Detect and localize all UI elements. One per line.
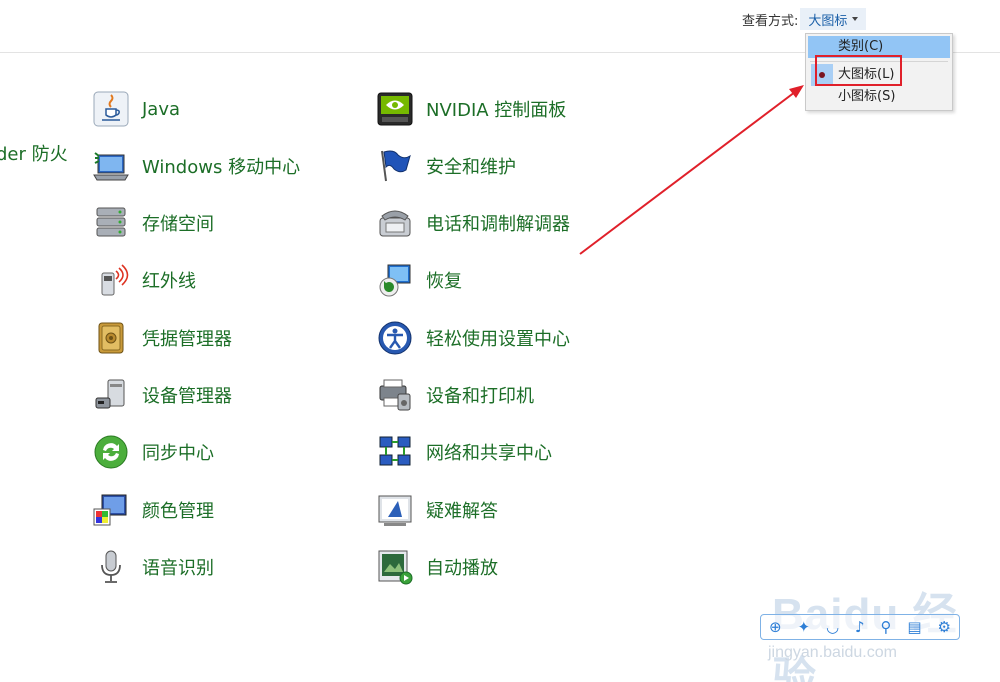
speech-recognition-icon (92, 548, 130, 586)
view-by-menu: 类别(C) 大图标(L) 小图标(S) (805, 33, 953, 111)
infrared-icon (92, 261, 130, 299)
item-nvidia-control-panel[interactable]: NVIDIA 控制面板 (376, 89, 566, 129)
troubleshooting-icon (376, 491, 414, 529)
item-label: NVIDIA 控制面板 (426, 100, 567, 121)
item-device-manager[interactable]: 设备管理器 (92, 375, 232, 415)
watermark-icon: ⚲ (880, 618, 892, 636)
gear-icon: ⚙ (937, 618, 951, 636)
autoplay-icon (376, 548, 414, 586)
chevron-down-icon (852, 17, 859, 21)
item-label: 疑难解答 (426, 501, 498, 522)
credential-manager-icon (92, 319, 130, 357)
item-phone-modem[interactable]: 电话和调制解调器 (376, 203, 570, 243)
baidu-watermark: Baidu 经验 ⊕ ✦ ◡ ♪ ⚲ ▤ ⚙ jingyan.baidu.com (760, 568, 965, 682)
color-management-icon (92, 491, 130, 529)
item-label: 电话和调制解调器 (426, 214, 570, 235)
storage-spaces-icon (92, 204, 130, 242)
menu-item-category[interactable]: 类别(C) (808, 36, 950, 58)
item-label: 同步中心 (142, 443, 214, 464)
devices-printers-icon (376, 376, 414, 414)
item-storage-spaces[interactable]: 存储空间 (92, 203, 214, 243)
watermark-url: jingyan.baidu.com (768, 644, 897, 661)
item-label: 语音识别 (142, 558, 214, 579)
item-ease-of-access[interactable]: 轻松使用设置中心 (376, 318, 570, 358)
watermark-icon: ◡ (825, 618, 840, 636)
view-by-dropdown-button[interactable]: 大图标 (800, 8, 867, 30)
radio-selected-icon (811, 64, 833, 86)
recovery-icon (376, 261, 414, 299)
watermark-icon: ✦ (797, 618, 811, 636)
item-label: Java (142, 98, 181, 120)
item-label: 颜色管理 (142, 501, 214, 522)
watermark-brand: Baidu 经验 (772, 590, 958, 682)
menu-item-large-icons[interactable]: 大图标(L) (808, 64, 950, 86)
security-maintenance-flag-icon (376, 147, 414, 185)
item-label: Windows 移动中心 (142, 157, 301, 178)
nvidia-icon (376, 90, 414, 128)
item-autoplay[interactable]: 自动播放 (376, 547, 498, 587)
item-network-sharing-center[interactable]: 网络和共享中心 (376, 432, 552, 472)
mobility-center-icon (92, 147, 130, 185)
item-troubleshooting[interactable]: 疑难解答 (376, 490, 498, 530)
menu-item-small-icons[interactable]: 小图标(S) (808, 86, 950, 108)
item-label: 红外线 (142, 271, 196, 292)
view-by-control: 查看方式: 大图标 (742, 8, 867, 30)
view-by-value: 大图标 (808, 13, 848, 29)
item-label: 安全和维护 (426, 157, 516, 178)
item-infrared[interactable]: 红外线 (92, 260, 196, 300)
device-manager-icon (92, 376, 130, 414)
item-devices-printers[interactable]: 设备和打印机 (376, 375, 534, 415)
phone-modem-icon (376, 204, 414, 242)
item-label: 网络和共享中心 (426, 443, 552, 464)
item-sync-center[interactable]: 同步中心 (92, 432, 214, 472)
item-label: 设备管理器 (142, 386, 232, 407)
java-icon (92, 90, 130, 128)
menu-separator (810, 61, 948, 62)
watermark-toolbar: ⊕ ✦ ◡ ♪ ⚲ ▤ ⚙ (760, 614, 960, 640)
item-recovery[interactable]: 恢复 (376, 260, 462, 300)
item-credential-manager[interactable]: 凭据管理器 (92, 318, 232, 358)
ease-of-access-icon (376, 319, 414, 357)
watermark-icon: ▤ (907, 618, 922, 636)
item-label: 存储空间 (142, 214, 214, 235)
item-speech-recognition[interactable]: 语音识别 (92, 547, 214, 587)
item-label: 凭据管理器 (142, 329, 232, 350)
item-windows-mobility-center[interactable]: Windows 移动中心 (92, 146, 300, 186)
control-panel-window: 查看方式: 大图标 der 防火 Java Windows 移动中心 存储空间 … (0, 0, 1000, 682)
item-label: 恢复 (426, 271, 462, 292)
item-label: 自动播放 (426, 558, 498, 579)
view-by-label: 查看方式: (742, 13, 799, 29)
item-java[interactable]: Java (92, 89, 180, 129)
item-color-management[interactable]: 颜色管理 (92, 490, 214, 530)
item-label: 轻松使用设置中心 (426, 329, 570, 350)
firewall-item-label: der 防火 (0, 144, 68, 165)
watermark-icon: ⊕ (768, 618, 782, 636)
sync-center-icon (92, 433, 130, 471)
firewall-item-cut[interactable]: der 防火 (0, 140, 68, 166)
item-security-maintenance[interactable]: 安全和维护 (376, 146, 516, 186)
network-sharing-icon (376, 433, 414, 471)
watermark-icon: ♪ (854, 618, 865, 636)
item-label: 设备和打印机 (426, 386, 534, 407)
